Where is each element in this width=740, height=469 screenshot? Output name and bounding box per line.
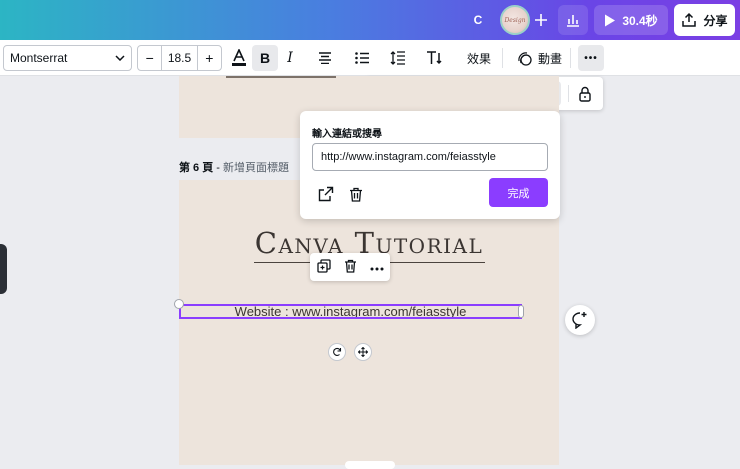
user-avatar[interactable]: Design: [500, 5, 530, 35]
font-name: Montserrat: [10, 51, 68, 65]
comment-plus-icon: [572, 312, 587, 329]
page-label-separator: -: [213, 162, 224, 174]
present-button[interactable]: 30.4秒: [594, 5, 668, 35]
trash-icon: [344, 259, 356, 273]
font-family-select[interactable]: Montserrat: [3, 45, 132, 71]
toolbar-divider: [502, 48, 503, 68]
animate-label: 動畫: [538, 51, 563, 66]
element-more-button[interactable]: [370, 260, 384, 274]
lock-button[interactable]: [574, 81, 596, 106]
delete-element-button[interactable]: [344, 259, 357, 276]
upload-icon: [682, 12, 697, 27]
play-icon: [605, 14, 616, 26]
element-context-menu: [310, 253, 390, 281]
vertical-text-button[interactable]: [421, 45, 447, 71]
share-label: 分享: [703, 13, 728, 28]
text-color-icon: [232, 49, 246, 66]
share-button[interactable]: 分享: [674, 4, 735, 36]
align-center-button[interactable]: [312, 45, 338, 71]
text-direction-icon: [427, 51, 442, 65]
spacing-button[interactable]: [385, 45, 411, 71]
page-label[interactable]: 第 6 頁 - 新增頁面標題: [179, 159, 289, 175]
subbar-divider: [568, 85, 569, 102]
duplicate-button[interactable]: [316, 258, 331, 276]
line-spacing-icon: [390, 51, 405, 65]
design-page[interactable]: [179, 180, 559, 465]
avatar-text: Design: [504, 16, 526, 24]
top-bar: C Design 30.4秒 分享: [0, 0, 740, 40]
external-link-icon: [318, 186, 334, 202]
text-color-button[interactable]: [226, 45, 252, 71]
move-icon: [358, 347, 368, 357]
italic-button[interactable]: I: [277, 45, 303, 71]
decrease-size-button[interactable]: −: [138, 46, 161, 70]
toolbar-divider: [570, 48, 571, 68]
move-button[interactable]: [354, 343, 372, 361]
increase-size-button[interactable]: +: [198, 46, 221, 70]
effects-button[interactable]: 效果: [461, 45, 497, 71]
rotate-icon: [333, 347, 342, 356]
chevron-down-icon: [115, 55, 125, 61]
page-photo-edge: [226, 76, 336, 78]
add-collaborator-button[interactable]: [531, 10, 551, 30]
more-options-button[interactable]: •••: [578, 45, 604, 71]
add-comment-button[interactable]: [565, 305, 595, 335]
insights-button[interactable]: [558, 5, 588, 35]
align-center-icon: [319, 52, 331, 64]
resize-handle-left[interactable]: [174, 299, 184, 309]
done-button[interactable]: 完成: [489, 178, 548, 207]
trash-icon: [350, 187, 362, 202]
link-url-input[interactable]: [312, 143, 548, 171]
link-input-label: 輸入連結或搜尋: [312, 129, 382, 140]
lock-icon: [579, 86, 591, 102]
user-avatar-initial[interactable]: C: [466, 8, 490, 32]
plus-icon: [535, 14, 547, 26]
rotate-button[interactable]: [328, 343, 346, 361]
font-size-value[interactable]: 18.5: [161, 46, 198, 70]
remove-link-button[interactable]: [346, 184, 366, 204]
page-number: 第 6 頁: [179, 162, 214, 174]
font-size-stepper: − 18.5 +: [137, 45, 222, 71]
page-scroll-indicator[interactable]: [345, 461, 395, 469]
resize-handle-right[interactable]: [518, 305, 524, 318]
side-panel-toggle[interactable]: [0, 244, 7, 294]
list-button[interactable]: [349, 45, 375, 71]
page-title-placeholder[interactable]: 新增頁面標題: [223, 162, 289, 174]
animate-button[interactable]: 動畫: [510, 45, 568, 71]
bar-chart-icon: [567, 15, 579, 27]
duplicate-icon: [316, 258, 331, 273]
animate-icon: [518, 52, 532, 66]
bold-button[interactable]: B: [252, 45, 278, 71]
timer-label: 30.4秒: [622, 13, 658, 28]
link-popup: 輸入連結或搜尋 完成: [300, 111, 560, 219]
ellipsis-icon: [370, 267, 383, 271]
bullet-list-icon: [355, 52, 369, 64]
selection-box: [179, 304, 522, 319]
open-link-button[interactable]: [316, 184, 336, 204]
text-toolbar: Montserrat − 18.5 + B I 效果 動畫 •••: [0, 40, 740, 76]
